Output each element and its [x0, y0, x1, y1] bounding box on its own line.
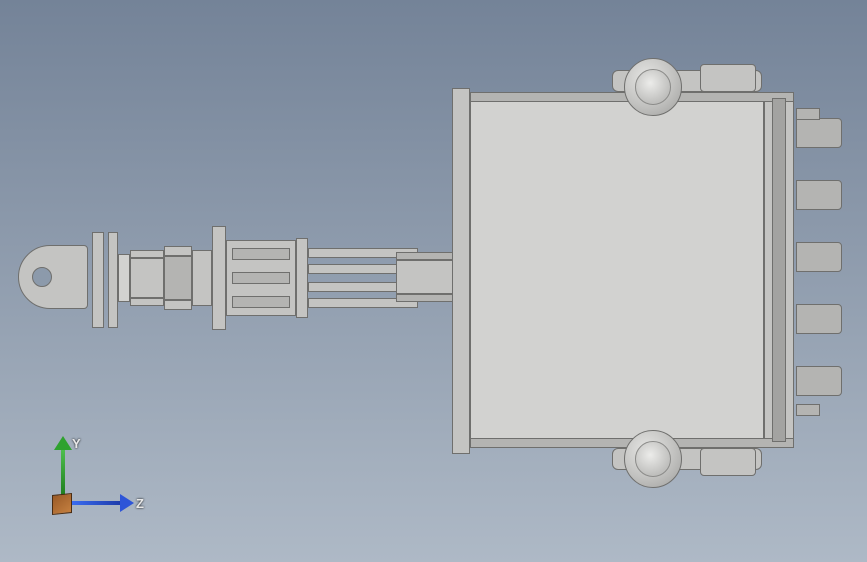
pivot-tab-top: [700, 64, 756, 92]
stick-front-plate: [212, 226, 226, 330]
cylinder-rod-bot: [232, 296, 290, 308]
arm-bar-side-top: [396, 252, 460, 260]
pivot-tab-bottom: [700, 448, 756, 476]
arm-bar: [396, 260, 460, 294]
link-side-bot: [130, 298, 164, 306]
bucket-tooth-2: [796, 180, 842, 210]
axis-z-label: Z: [136, 496, 144, 511]
cylinder-rod-mid: [232, 272, 290, 284]
fork-mount-plate: [296, 238, 308, 318]
clevis-plate-outer-top: [92, 232, 104, 328]
axis-y-label: Y: [72, 436, 81, 451]
pin-block-cover-top: [164, 246, 192, 256]
bucket-tooth-4: [796, 304, 842, 334]
lip-rail-top: [772, 98, 786, 442]
pivot-boss-bottom: [624, 430, 682, 488]
bucket-tooth-7: [796, 404, 820, 416]
arm-bar-side-bot: [396, 294, 460, 302]
pin-block-cover-bot: [164, 300, 192, 310]
pin-block: [164, 256, 192, 300]
clevis-gap: [118, 254, 130, 302]
bucket-tooth-5: [796, 366, 842, 396]
bucket-tooth-3: [796, 242, 842, 272]
bucket-body: [470, 92, 764, 448]
fork-rail-2: [308, 264, 398, 274]
cylinder-rod-top: [232, 248, 290, 260]
fork-rail-3: [308, 282, 398, 292]
link-body: [130, 258, 164, 298]
bucket-tooth-6: [796, 108, 820, 120]
orientation-triad[interactable]: Y Z: [52, 440, 132, 520]
lug-eye-plate: [18, 245, 88, 309]
lug-pin-hole: [32, 267, 52, 287]
bucket-rear-flange: [452, 88, 470, 454]
axis-origin-cube: [52, 493, 72, 515]
cad-viewport[interactable]: Y Z: [0, 0, 867, 562]
clevis-plate-inner-top: [108, 232, 118, 328]
pivot-boss-top: [624, 58, 682, 116]
link-side-top: [130, 250, 164, 258]
stick-front-inner: [192, 250, 212, 306]
bucket-tooth-1: [796, 118, 842, 148]
